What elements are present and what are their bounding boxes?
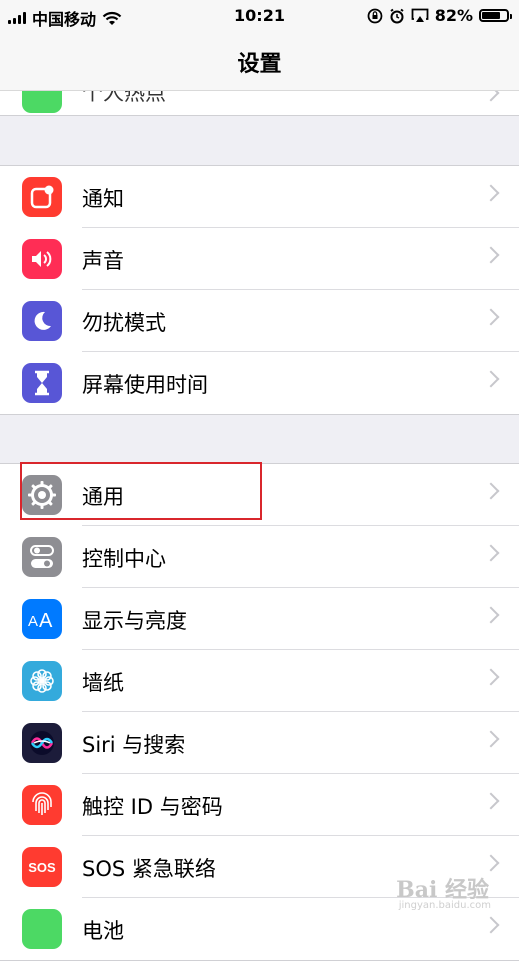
battery-setting-icon [22,909,62,949]
settings-row-display-brightness[interactable]: AA 显示与亮度 [0,588,519,650]
chevron-right-icon [482,482,500,500]
chevron-right-icon [482,606,500,624]
settings-row-label: 控制中心 [82,547,166,571]
watermark-url: jingyan.baidu.com [398,900,491,911]
highlight-annotation-box [20,462,262,520]
chevron-right-icon [482,792,500,810]
toggles-icon [22,537,62,577]
status-bar: 中国移动 10:21 82% [0,0,519,30]
chevron-right-icon [482,854,500,872]
settings-group-1: 通知 声音 勿扰模式 屏幕使用时间 [0,165,519,415]
settings-row-screen-time[interactable]: 屏幕使用时间 [0,352,519,414]
chevron-right-icon [482,246,500,264]
settings-row-touch-id-passcode[interactable]: 触控 ID 与密码 [0,774,519,836]
personal-hotspot-icon [22,91,62,113]
sounds-icon [22,239,62,279]
settings-row-control-center[interactable]: 控制中心 [0,526,519,588]
settings-row-label: 显示与亮度 [82,609,187,633]
page-title: 设置 [237,52,282,77]
sos-icon-text: SOS [28,859,56,875]
settings-row-label: 触控 ID 与密码 [82,795,223,819]
text-size-icon: AA [22,599,62,639]
navigation-bar: 设置 [0,30,519,91]
settings-row-label: 勿扰模式 [82,311,166,335]
chevron-right-icon [482,544,500,562]
settings-row-label: SOS 紧急联络 [82,857,216,881]
chevron-right-icon [482,308,500,326]
settings-row-label: 个人热点 [82,91,166,105]
rotation-lock-icon [367,8,383,23]
settings-row-label: 屏幕使用时间 [82,373,208,397]
settings-row-label: 通知 [82,187,124,211]
settings-row-label: Siri 与搜索 [82,733,186,757]
chevron-right-icon [482,184,500,202]
settings-row-do-not-disturb[interactable]: 勿扰模式 [0,290,519,352]
settings-row-sounds[interactable]: 声音 [0,228,519,290]
chevron-right-icon [482,370,500,388]
settings-row-personal-hotspot[interactable]: 个人热点 [0,91,519,116]
battery-percent: 82% [434,6,473,25]
chevron-right-icon [482,916,500,934]
chevron-right-icon [482,730,500,748]
chevron-right-icon [482,91,500,102]
airplay-icon [411,8,429,22]
battery-icon [479,9,512,22]
settings-row-notifications[interactable]: 通知 [0,166,519,228]
chevron-right-icon [482,668,500,686]
moon-icon [22,301,62,341]
status-right: 82% [367,6,512,25]
fingerprint-icon [22,785,62,825]
settings-row-label: 墙纸 [82,671,124,695]
flower-icon [22,661,62,701]
settings-row-label: 电池 [82,919,124,943]
svg-text:A: A [39,610,53,630]
hourglass-icon [22,363,62,403]
siri-icon [22,723,62,763]
settings-row-siri-search[interactable]: Siri 与搜索 [0,712,519,774]
svg-text:A: A [28,613,38,630]
sos-icon: SOS [22,847,62,887]
alarm-icon [390,8,404,23]
notifications-icon [22,177,62,217]
settings-row-label: 声音 [82,249,124,273]
settings-row-wallpaper[interactable]: 墙纸 [0,650,519,712]
